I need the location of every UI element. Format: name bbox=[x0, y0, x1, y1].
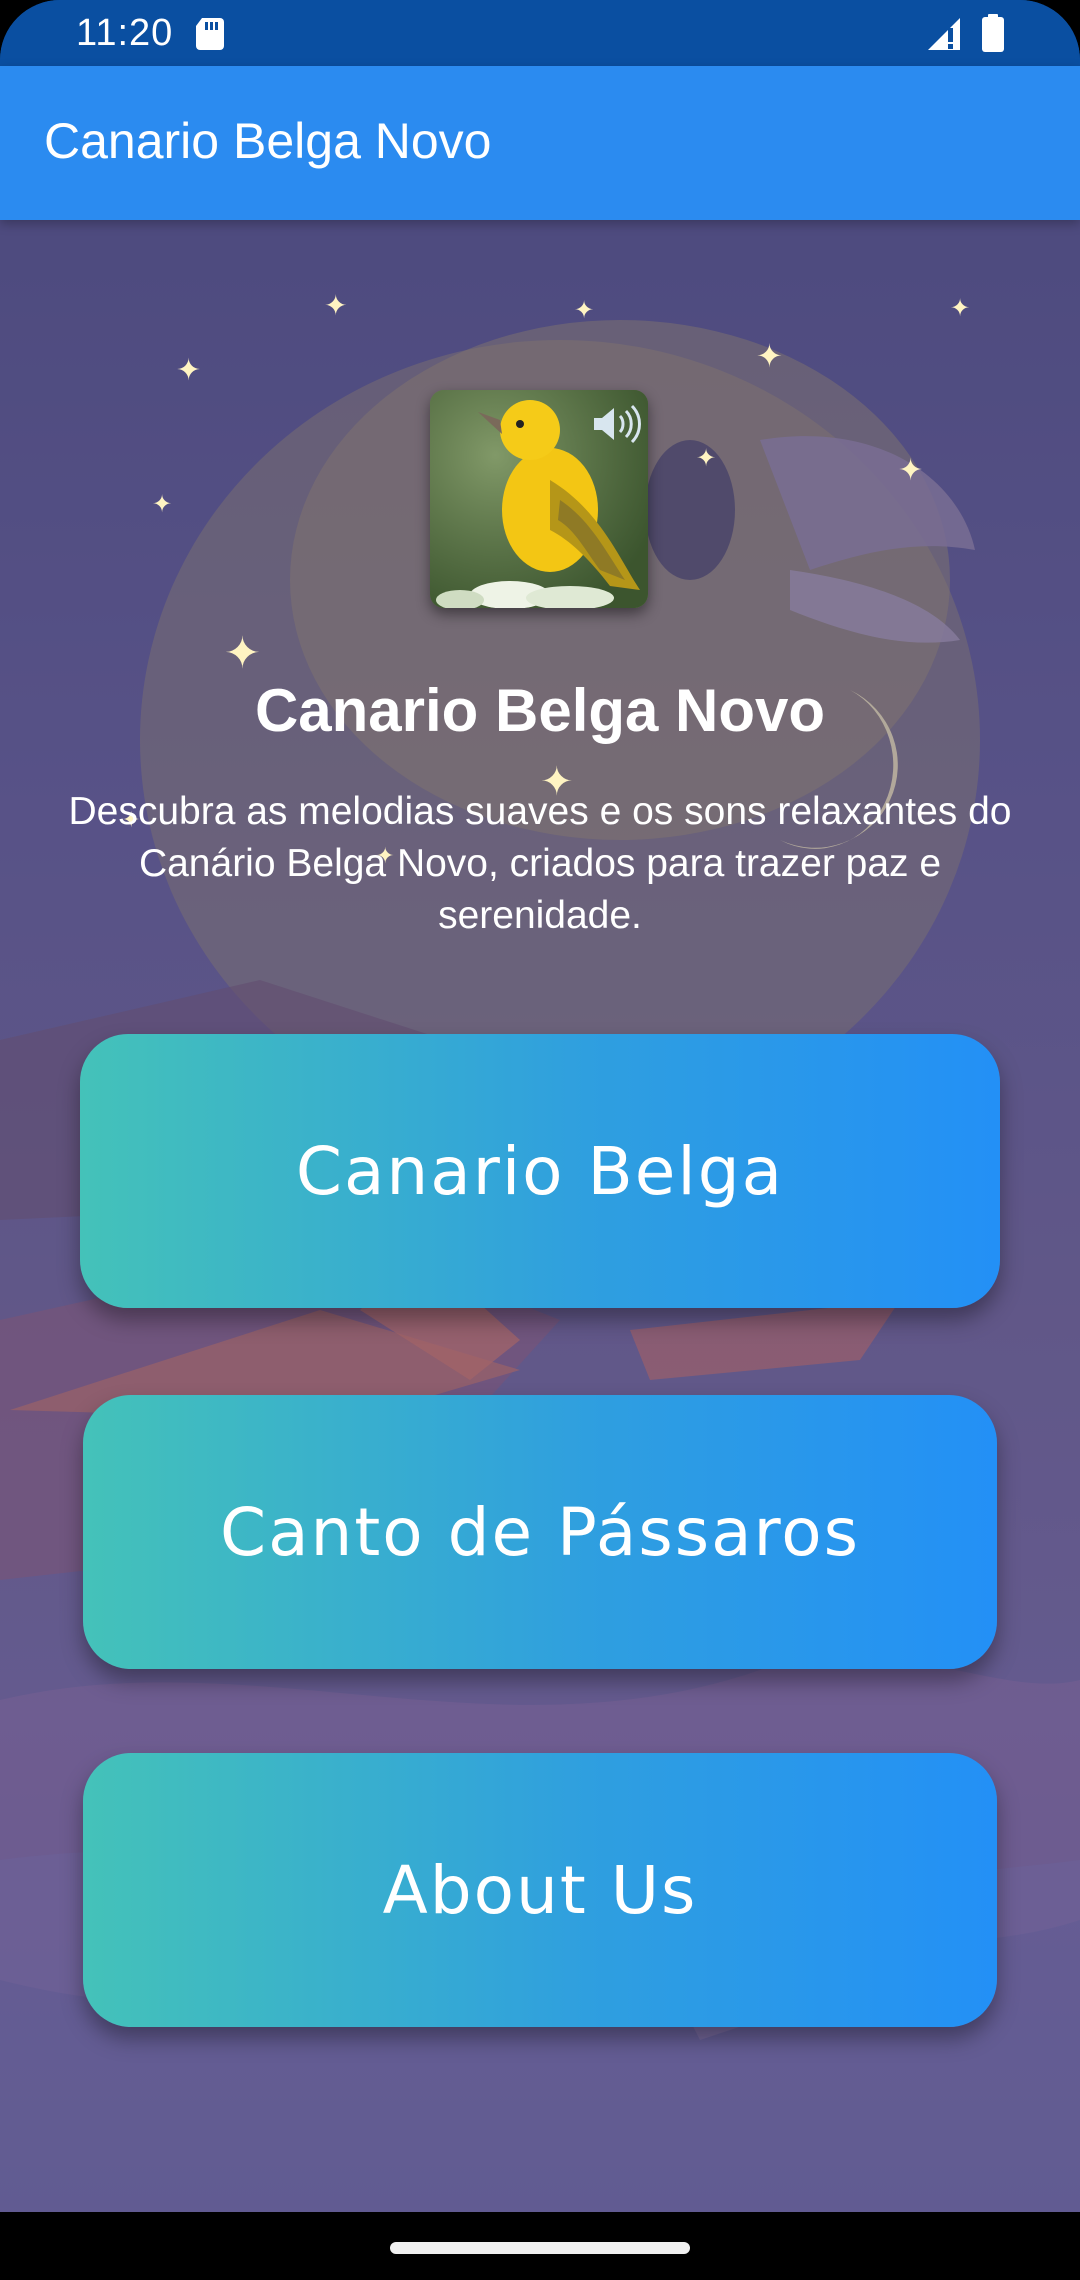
star-icon: ✦ bbox=[696, 444, 717, 472]
star-icon: ✦ bbox=[898, 453, 924, 488]
canario-belga-button-label: Canario Belga bbox=[295, 1132, 785, 1210]
status-bar: 11:20 bbox=[0, 0, 1080, 66]
speaker-icon bbox=[594, 404, 641, 444]
canario-belga-button[interactable]: Canario Belga bbox=[80, 1034, 1000, 1308]
star-icon: ✦ bbox=[324, 289, 348, 322]
signal-icon bbox=[928, 18, 960, 50]
star-icon: ✦ bbox=[152, 490, 173, 518]
star-icon: ✦ bbox=[756, 337, 783, 375]
star-icon: ✦ bbox=[224, 628, 261, 679]
canto-de-passaros-button-label: Canto de Pássaros bbox=[219, 1493, 861, 1571]
about-us-button-label: About Us bbox=[382, 1851, 698, 1929]
navigation-bar bbox=[0, 2212, 1080, 2280]
star-icon: ✦ bbox=[176, 353, 202, 388]
hero-title: Canario Belga Novo bbox=[254, 677, 826, 744]
status-time: 11:20 bbox=[76, 12, 174, 54]
about-us-button[interactable]: About Us bbox=[83, 1753, 997, 2027]
sd-card-icon bbox=[196, 18, 224, 50]
home-gesture-handle[interactable] bbox=[390, 2242, 690, 2254]
canto-de-passaros-button[interactable]: Canto de Pássaros bbox=[83, 1395, 997, 1669]
star-icon: ✦ bbox=[574, 296, 595, 324]
battery-icon bbox=[982, 14, 1004, 52]
canary-bird-thumbnail bbox=[430, 390, 648, 608]
app-bar-title: Canario Belga Novo bbox=[44, 113, 492, 169]
phone-screen: 11:20 Canario Belga Novo ✦ ✦ ✦ ✦ ✦ ✦ ✦ ✦… bbox=[0, 0, 1080, 2280]
app-bar: Canario Belga Novo bbox=[0, 66, 1080, 220]
hero-description: Descubra as melodias suaves e os sons re… bbox=[68, 790, 1012, 937]
star-icon: ✦ bbox=[950, 294, 971, 322]
main-content: ✦ ✦ ✦ ✦ ✦ ✦ ✦ ✦ ✦ ✦ ✦ ✦ Canario Belga No… bbox=[0, 220, 1080, 2212]
